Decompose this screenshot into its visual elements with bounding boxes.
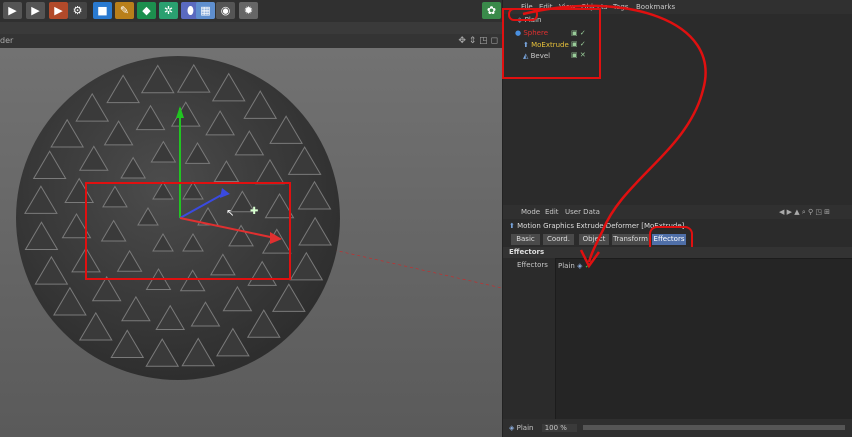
layout-icon[interactable]: ✿ [482,2,501,19]
viewport-header-label: der [0,36,14,45]
right-panel: File Edit View Objects Tags Bookmarks ◈ … [502,0,852,437]
status-label: Plain [516,424,534,432]
main-toolbar: ▶ ▶ ▶ ⚙ ■ ✎ ◆ ✲ ⬮ ▦ ◉ ✹ ✿ [0,0,502,22]
annotation-box-viewport [85,182,291,280]
cloner-icon[interactable]: ✲ [159,2,178,19]
floor-icon[interactable]: ▦ [196,2,215,19]
status-bar: ◈ Plain 100 % [503,419,852,437]
strength-field[interactable]: 100 % [541,424,577,432]
strength-slider[interactable] [583,425,845,430]
camera-icon[interactable]: ◉ [216,2,235,19]
annotation-arrow [522,4,707,269]
viewport-header: der ✥ ⇕ ◳ ◻ [0,34,502,48]
render-picture-icon[interactable]: ▶ [26,2,45,19]
status-effector-icon: ◈ [509,424,515,432]
render-view-icon[interactable]: ▶ [3,2,22,19]
edit-render-icon[interactable]: ⚙ [68,2,87,19]
cube-icon[interactable]: ■ [93,2,112,19]
pen-icon[interactable]: ✎ [115,2,134,19]
viewport-nav-icons[interactable]: ✥ ⇕ ◳ ◻ [458,34,498,48]
subdivision-icon[interactable]: ◆ [137,2,156,19]
viewport-3d[interactable]: ↖ ✚ [0,48,502,437]
render-settings-icon[interactable]: ▶ [49,2,68,19]
light-icon[interactable]: ✹ [239,2,258,19]
